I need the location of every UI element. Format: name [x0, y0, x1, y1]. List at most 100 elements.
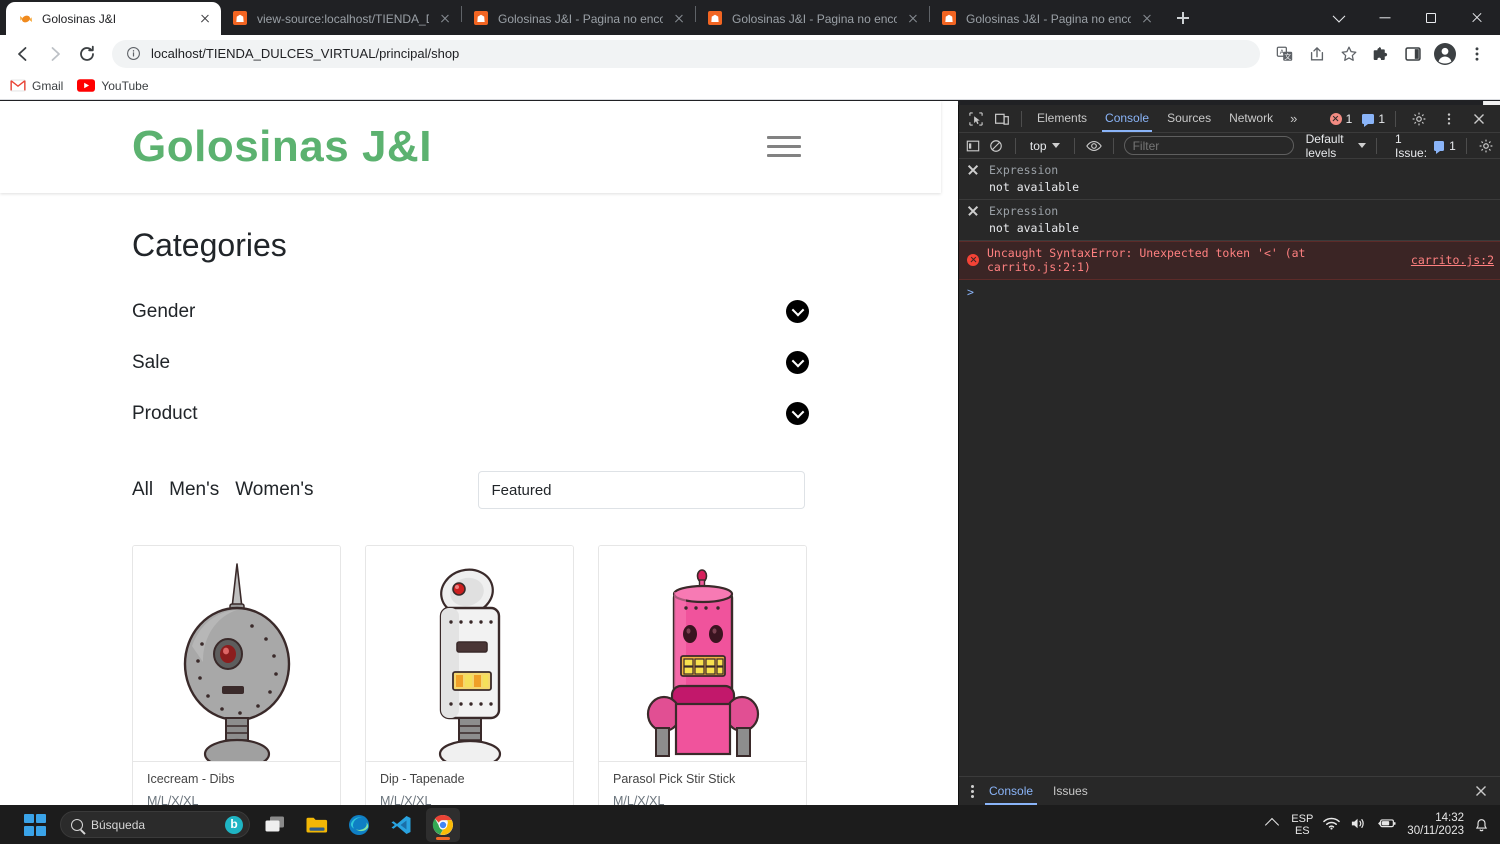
sort-select[interactable]: Featured	[478, 471, 806, 509]
grey-robot-image	[133, 546, 340, 761]
chrome-icon[interactable]	[426, 807, 460, 842]
browser-tab-1[interactable]: ☗ view-source:localhost/TIENDA_D	[221, 2, 461, 35]
chevron-down-circle-icon[interactable]	[786, 402, 809, 425]
tab-all[interactable]: All	[132, 479, 153, 501]
volume-icon[interactable]	[1350, 816, 1367, 834]
tab-close-icon[interactable]	[905, 11, 921, 27]
chevron-down-circle-icon[interactable]	[786, 300, 809, 323]
address-bar[interactable]: localhost/TIENDA_DULCES_VIRTUAL/principa…	[112, 39, 1260, 68]
bookmark-gmail[interactable]: Gmail	[10, 79, 63, 93]
drawer-tab-issues[interactable]: Issues	[1043, 777, 1098, 805]
console-error-source-link[interactable]: carrito.js:2	[1411, 253, 1494, 267]
message-count-badge[interactable]: 1	[1362, 112, 1385, 127]
issues-indicator[interactable]: 1 Issue: 1	[1395, 132, 1456, 160]
clock[interactable]: 14:32 30/11/2023	[1407, 812, 1464, 838]
product-name: Icecream - Dibs	[147, 772, 235, 786]
close-icon[interactable]	[967, 205, 979, 217]
console-sidebar-icon[interactable]	[964, 134, 983, 158]
console-context-selector[interactable]: top	[1026, 139, 1064, 153]
bing-chat-icon[interactable]	[225, 815, 243, 834]
clear-console-icon[interactable]	[987, 134, 1006, 158]
inspect-element-icon[interactable]	[963, 107, 989, 131]
tab-close-icon[interactable]	[437, 11, 453, 27]
console-context-value: top	[1029, 138, 1047, 153]
new-tab-button[interactable]	[1169, 4, 1197, 32]
more-options-icon[interactable]	[1436, 107, 1462, 131]
battery-icon[interactable]	[1377, 816, 1397, 833]
product-sizes: M/L/X/XL	[380, 794, 432, 805]
log-levels-label: Default levels	[1305, 131, 1344, 160]
language-indicator[interactable]: ESP ES	[1291, 813, 1313, 837]
product-card[interactable]: Dip - Tapenade M/L/X/XL	[365, 545, 574, 805]
notification-bell-icon[interactable]	[1474, 818, 1488, 832]
tab-search-chevron-down-icon[interactable]	[1316, 0, 1362, 35]
devtools-tab-console[interactable]: Console	[1096, 105, 1158, 132]
extensions-puzzle-icon[interactable]	[1366, 39, 1396, 69]
task-view-icon[interactable]	[258, 808, 292, 842]
bookmarks-bar: Gmail YouTube	[0, 72, 1500, 100]
maximize-icon[interactable]	[1408, 0, 1454, 35]
translate-icon[interactable]: A 文	[1270, 39, 1300, 69]
gear-icon[interactable]	[1406, 107, 1432, 131]
product-card[interactable]: Icecream - Dibs M/L/X/XL	[132, 545, 341, 805]
hamburger-menu-icon[interactable]	[767, 134, 803, 160]
console-message-live-expression[interactable]: Expression not available	[959, 159, 1500, 200]
back-icon[interactable]	[8, 39, 38, 69]
drawer-tab-console[interactable]: Console	[979, 777, 1043, 805]
console-message-error[interactable]: Uncaught SyntaxError: Unexpected token '…	[959, 241, 1500, 280]
browser-tab-3[interactable]: ☗ Golosinas J&I - Pagina no encon	[696, 2, 929, 35]
devtools-tab-elements[interactable]: Elements	[1028, 105, 1096, 132]
tab-womens[interactable]: Women's	[235, 479, 313, 501]
error-count-badge[interactable]: 1	[1329, 112, 1352, 126]
console-prompt[interactable]: >	[959, 280, 1500, 304]
wifi-icon[interactable]	[1323, 816, 1341, 834]
devtools-tab-sources[interactable]: Sources	[1158, 105, 1220, 132]
vscode-icon[interactable]	[384, 808, 418, 842]
devtools-tabbar-actions: 1 1	[1329, 107, 1496, 131]
devtools-more-tabs-icon[interactable]: »	[1282, 111, 1305, 126]
close-icon[interactable]	[967, 164, 979, 176]
tab-mens[interactable]: Men's	[169, 479, 219, 501]
product-card[interactable]: Parasol Pick Stir Stick M/L/X/XL	[598, 545, 807, 805]
share-icon[interactable]	[1302, 39, 1332, 69]
console-filter-input[interactable]	[1123, 136, 1294, 155]
gear-icon[interactable]	[1476, 134, 1495, 158]
search-input[interactable]: Búsqueda	[60, 811, 250, 838]
reload-icon[interactable]	[72, 39, 102, 69]
console-output[interactable]: Expression not available Expression not …	[959, 159, 1500, 776]
tab-close-icon[interactable]	[197, 11, 213, 27]
profile-avatar-icon[interactable]	[1430, 39, 1460, 69]
devtools-tab-network[interactable]: Network	[1220, 105, 1282, 132]
product-info: Parasol Pick Stir Stick M/L/X/XL	[599, 761, 806, 805]
show-hidden-icons-chevron[interactable]	[1265, 817, 1280, 832]
live-expression-eye-icon[interactable]	[1084, 134, 1103, 158]
language-line1: ESP	[1291, 812, 1314, 825]
filter-row-sale[interactable]: Sale	[132, 337, 809, 388]
info-circle-icon[interactable]	[126, 46, 141, 61]
bookmark-youtube[interactable]: YouTube	[77, 79, 149, 93]
file-explorer-icon[interactable]	[300, 808, 334, 842]
edge-icon[interactable]	[342, 808, 376, 842]
filter-row-product[interactable]: Product	[132, 388, 809, 439]
side-panel-icon[interactable]	[1398, 39, 1428, 69]
device-toolbar-icon[interactable]	[989, 107, 1015, 131]
live-expression-value: not available	[989, 180, 1080, 194]
close-icon[interactable]	[1454, 0, 1500, 35]
browser-tab-0[interactable]: Golosinas J&I	[6, 2, 221, 35]
chrome-menu-icon[interactable]	[1462, 39, 1492, 69]
browser-tab-4[interactable]: ☗ Golosinas J&I - Pagina no encon	[930, 2, 1163, 35]
close-icon[interactable]	[1468, 779, 1494, 803]
console-log-levels-selector[interactable]: Default levels	[1306, 132, 1367, 160]
bookmark-star-icon[interactable]	[1334, 39, 1364, 69]
console-message-live-expression[interactable]: Expression not available	[959, 200, 1500, 241]
tab-close-icon[interactable]	[1139, 11, 1155, 27]
minimize-icon[interactable]	[1362, 0, 1408, 35]
filter-row-gender[interactable]: Gender	[132, 294, 809, 337]
chevron-down-circle-icon[interactable]	[786, 351, 809, 374]
browser-tab-2[interactable]: ☗ Golosinas J&I - Pagina no encon	[462, 2, 695, 35]
forward-icon[interactable]	[40, 39, 70, 69]
more-options-icon[interactable]	[965, 782, 979, 800]
windows-start-icon[interactable]	[18, 808, 52, 842]
close-icon[interactable]	[1466, 107, 1492, 131]
tab-close-icon[interactable]	[671, 11, 687, 27]
